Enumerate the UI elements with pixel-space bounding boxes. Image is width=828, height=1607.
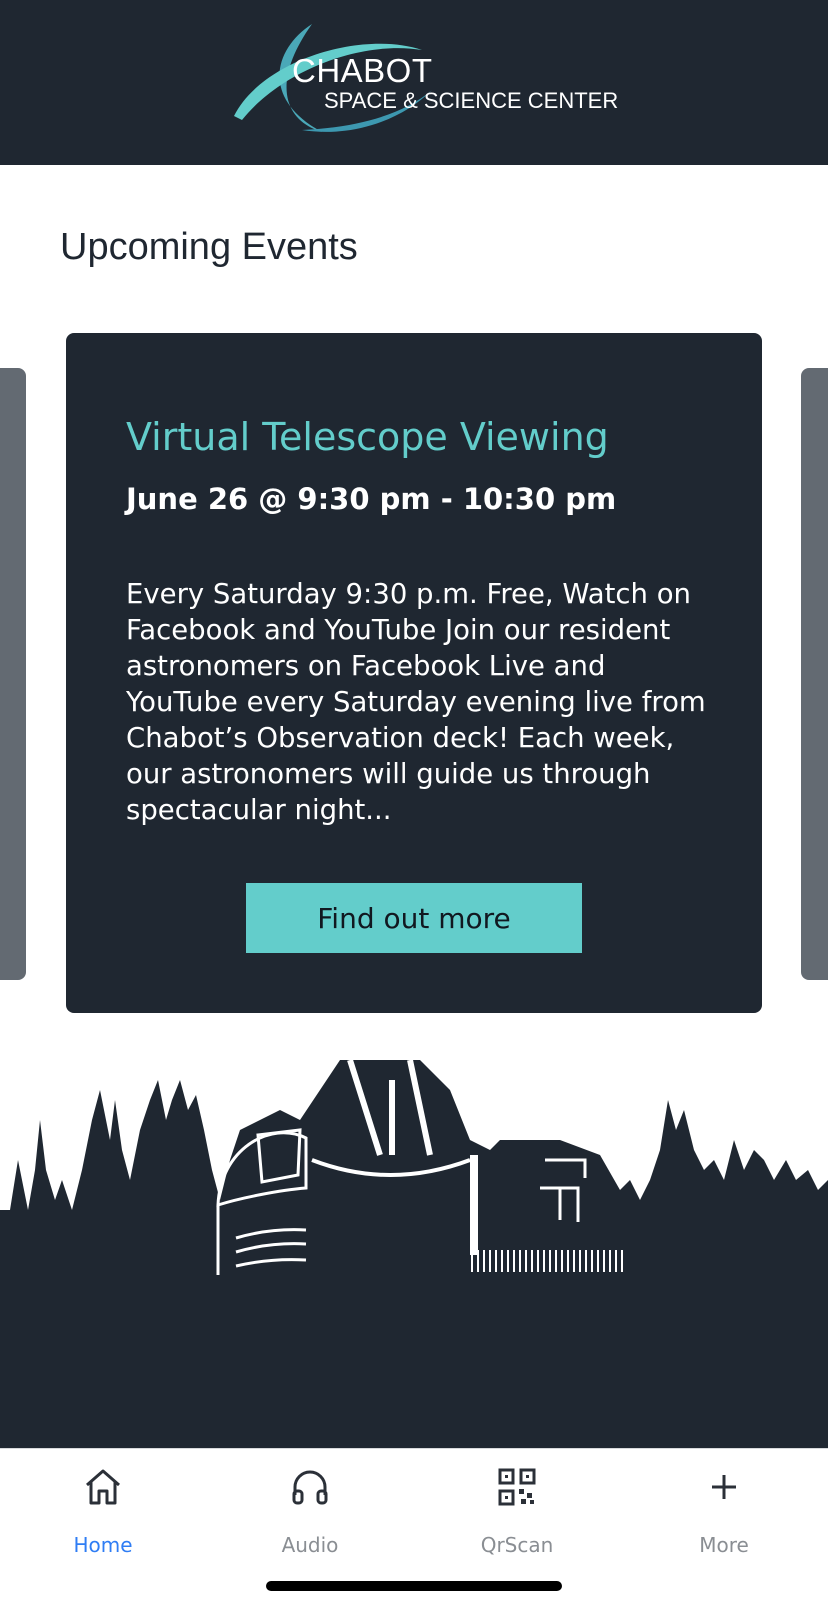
next-event-card[interactable]: [801, 368, 828, 980]
plus-icon: [712, 1475, 736, 1499]
tab-more[interactable]: More: [654, 1449, 794, 1559]
qr-code-icon: [498, 1468, 536, 1506]
tab-more-label: More: [699, 1533, 749, 1557]
tab-audio[interactable]: Audio: [240, 1449, 380, 1559]
app-header: CHABOT SPACE & SCIENCE CENTER: [0, 0, 828, 165]
tab-home[interactable]: Home: [33, 1449, 173, 1559]
home-icon: [86, 1469, 120, 1505]
tab-home-label: Home: [73, 1533, 133, 1557]
event-card: Virtual Telescope Viewing June 26 @ 9:30…: [66, 333, 762, 1013]
tab-qrscan[interactable]: QrScan: [447, 1449, 587, 1559]
event-description: Every Saturday 9:30 p.m. Free, Watch on …: [126, 578, 706, 826]
tab-qrscan-label: QrScan: [480, 1533, 554, 1557]
observatory-silhouette-illustration: [0, 1060, 828, 1450]
chabot-logo: CHABOT SPACE & SCIENCE CENTER: [232, 20, 618, 138]
event-date: June 26 @ 9:30 pm - 10:30 pm: [126, 482, 617, 516]
logo-subtitle: SPACE & SCIENCE CENTER: [324, 88, 619, 113]
headphones-icon: [292, 1470, 328, 1505]
find-out-more-button[interactable]: Find out more: [246, 883, 582, 953]
home-indicator[interactable]: [266, 1581, 562, 1591]
logo-title: CHABOT: [292, 52, 433, 89]
section-title: Upcoming Events: [60, 226, 358, 268]
previous-event-card[interactable]: [0, 368, 26, 980]
event-title: Virtual Telescope Viewing: [126, 415, 609, 459]
tab-audio-label: Audio: [281, 1533, 339, 1557]
